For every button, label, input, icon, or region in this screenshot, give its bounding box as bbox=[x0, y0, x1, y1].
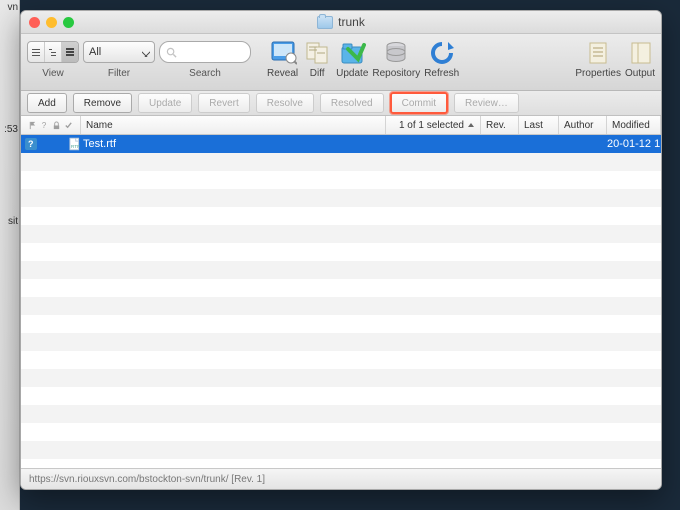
filter-label: Filter bbox=[108, 68, 130, 79]
repository-button[interactable]: Repository bbox=[372, 38, 420, 79]
list-item bbox=[21, 189, 661, 207]
main-window: trunk View All Filter bbox=[20, 10, 662, 490]
file-modified: 20-01-12 1 bbox=[607, 138, 661, 150]
header-status-icons[interactable]: ? bbox=[21, 116, 81, 134]
list-item bbox=[21, 441, 661, 459]
table-header: ? Name 1 of 1 selected Rev. Last Author … bbox=[21, 116, 661, 135]
repository-icon bbox=[382, 39, 410, 67]
file-icon: RTF bbox=[68, 137, 81, 151]
file-list[interactable]: ? RTF Test.rtf 20-01-12 1 bbox=[21, 135, 661, 468]
close-icon[interactable] bbox=[29, 17, 40, 28]
status-bar: https://svn.riouxsvn.com/bstockton-svn/t… bbox=[21, 468, 661, 489]
question-icon: ? bbox=[40, 121, 49, 130]
header-selected[interactable]: 1 of 1 selected bbox=[386, 116, 481, 134]
bg-header: vn bbox=[0, 2, 20, 13]
table-row[interactable]: ? RTF Test.rtf 20-01-12 1 bbox=[21, 135, 661, 153]
view-label: View bbox=[42, 68, 64, 79]
search-icon bbox=[166, 47, 177, 58]
sort-asc-icon bbox=[467, 121, 475, 129]
filter-value: All bbox=[89, 46, 101, 58]
list-item bbox=[21, 405, 661, 423]
svg-text:RTF: RTF bbox=[70, 144, 79, 150]
list-item bbox=[21, 333, 661, 351]
minimize-icon[interactable] bbox=[46, 17, 57, 28]
header-rev[interactable]: Rev. bbox=[481, 116, 519, 134]
reveal-button[interactable]: Reveal bbox=[267, 38, 298, 79]
file-name: Test.rtf bbox=[81, 138, 481, 150]
commit-button[interactable]: Commit bbox=[390, 92, 448, 114]
update-button[interactable]: Update bbox=[336, 38, 368, 79]
refresh-icon bbox=[428, 39, 456, 67]
resolved-button[interactable]: Resolved bbox=[320, 93, 384, 113]
list-item bbox=[21, 369, 661, 387]
header-name[interactable]: Name bbox=[81, 116, 386, 134]
diff-icon bbox=[303, 39, 331, 67]
flag-icon bbox=[28, 121, 37, 130]
check-icon bbox=[64, 121, 73, 130]
resolve-button[interactable]: Resolve bbox=[256, 93, 314, 113]
search-label: Search bbox=[189, 68, 221, 79]
view-list-icon[interactable] bbox=[62, 42, 78, 62]
view-flat-icon[interactable] bbox=[28, 42, 45, 62]
output-button[interactable]: Output bbox=[625, 38, 655, 79]
lock-icon bbox=[52, 121, 61, 130]
list-item bbox=[21, 261, 661, 279]
diff-button[interactable]: Diff bbox=[302, 38, 332, 79]
update-icon bbox=[338, 39, 366, 67]
toolbar: View All Filter Search Reveal bbox=[21, 34, 661, 91]
filter-select[interactable]: All bbox=[83, 41, 155, 63]
list-item bbox=[21, 297, 661, 315]
list-item bbox=[21, 315, 661, 333]
output-icon bbox=[626, 39, 654, 67]
maximize-icon[interactable] bbox=[63, 17, 74, 28]
list-item bbox=[21, 387, 661, 405]
list-item bbox=[21, 225, 661, 243]
search-input[interactable] bbox=[159, 41, 251, 63]
status-text: https://svn.riouxsvn.com/bstockton-svn/t… bbox=[29, 474, 265, 485]
add-button[interactable]: Add bbox=[27, 93, 67, 113]
action-button-row: Add Remove Update Revert Resolve Resolve… bbox=[21, 91, 661, 116]
titlebar: trunk bbox=[21, 11, 661, 34]
view-mode-segmented[interactable] bbox=[27, 41, 79, 63]
header-modified[interactable]: Modified bbox=[607, 116, 661, 134]
refresh-button[interactable]: Refresh bbox=[424, 38, 459, 79]
remove-button[interactable]: Remove bbox=[73, 93, 132, 113]
list-item bbox=[21, 279, 661, 297]
update-action-button[interactable]: Update bbox=[138, 93, 192, 113]
list-item bbox=[21, 171, 661, 189]
status-badge: ? bbox=[25, 138, 37, 150]
list-item bbox=[21, 207, 661, 225]
view-tree-icon[interactable] bbox=[45, 42, 62, 62]
bg-time: :53 bbox=[0, 124, 20, 135]
properties-icon bbox=[584, 39, 612, 67]
revert-button[interactable]: Revert bbox=[198, 93, 249, 113]
bg-mid: sit bbox=[0, 216, 20, 227]
folder-icon bbox=[317, 16, 333, 29]
list-item bbox=[21, 243, 661, 261]
reveal-icon bbox=[269, 39, 297, 67]
review-button[interactable]: Review… bbox=[454, 93, 519, 113]
window-title: trunk bbox=[338, 15, 365, 29]
list-item bbox=[21, 423, 661, 441]
list-item bbox=[21, 153, 661, 171]
list-item bbox=[21, 351, 661, 369]
svg-text:?: ? bbox=[42, 121, 47, 130]
properties-button[interactable]: Properties bbox=[575, 38, 621, 79]
header-author[interactable]: Author bbox=[559, 116, 607, 134]
header-last[interactable]: Last bbox=[519, 116, 559, 134]
